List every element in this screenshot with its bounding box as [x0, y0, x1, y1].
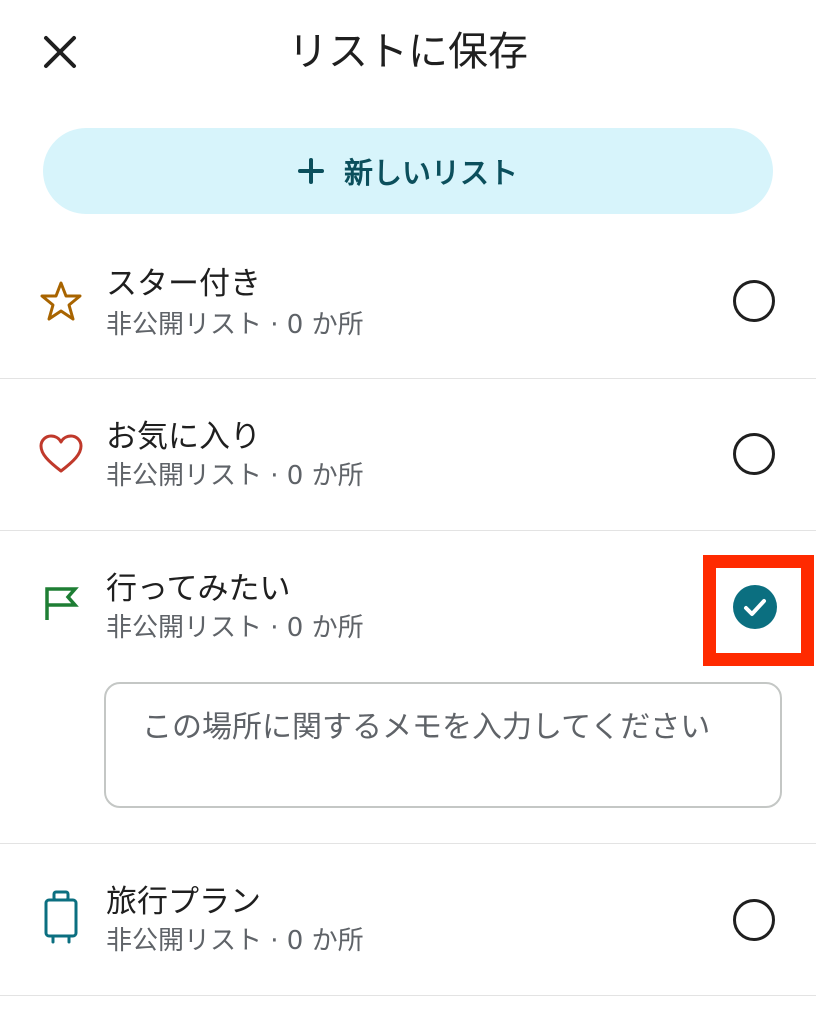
list-item-starred[interactable]: スター付き 非公開リスト · 0 か所 [0, 250, 816, 378]
check-icon [744, 599, 766, 616]
divider [0, 995, 816, 996]
plus-icon [297, 158, 324, 184]
list-item-radio[interactable] [733, 433, 775, 475]
list-item-subtitle: 非公開リスト · 0 か所 [106, 310, 364, 340]
heart-icon [36, 429, 86, 479]
list-item-title: 行ってみたい [106, 571, 291, 607]
list-item-checked[interactable] [733, 585, 777, 629]
list-item-title: スター付き [106, 266, 261, 302]
list-item-favorites[interactable]: お気に入り 非公開リスト · 0 か所 [0, 379, 816, 530]
list-item-subtitle: 非公開リスト · 0 か所 [106, 613, 364, 643]
header: リストに保存 [0, 0, 816, 110]
memo-input[interactable]: この場所に関するメモを入力してください [104, 682, 782, 808]
list-item-subtitle: 非公開リスト · 0 か所 [106, 926, 364, 956]
suitcase-icon [36, 890, 86, 944]
save-to-list-screen: リストに保存 新しいリスト スター付き 非公開リスト · 0 か所 お気に入り … [0, 0, 816, 1024]
list-item-title: 旅行プラン [106, 884, 261, 920]
list-item-radio[interactable] [733, 280, 775, 322]
star-icon [36, 276, 86, 326]
list-item-subtitle: 非公開リスト · 0 か所 [106, 461, 364, 491]
list-item-title: お気に入り [106, 419, 261, 455]
page-title: リストに保存 [288, 29, 528, 75]
new-list-button[interactable]: 新しいリスト [43, 128, 773, 214]
flag-icon [36, 579, 86, 629]
new-list-label: 新しいリスト [343, 156, 518, 190]
list-item-radio[interactable] [733, 899, 775, 941]
list-item-travel-plan[interactable]: 旅行プラン 非公開リスト · 0 か所 [0, 844, 816, 995]
new-list-content: 新しいリスト [297, 150, 518, 192]
